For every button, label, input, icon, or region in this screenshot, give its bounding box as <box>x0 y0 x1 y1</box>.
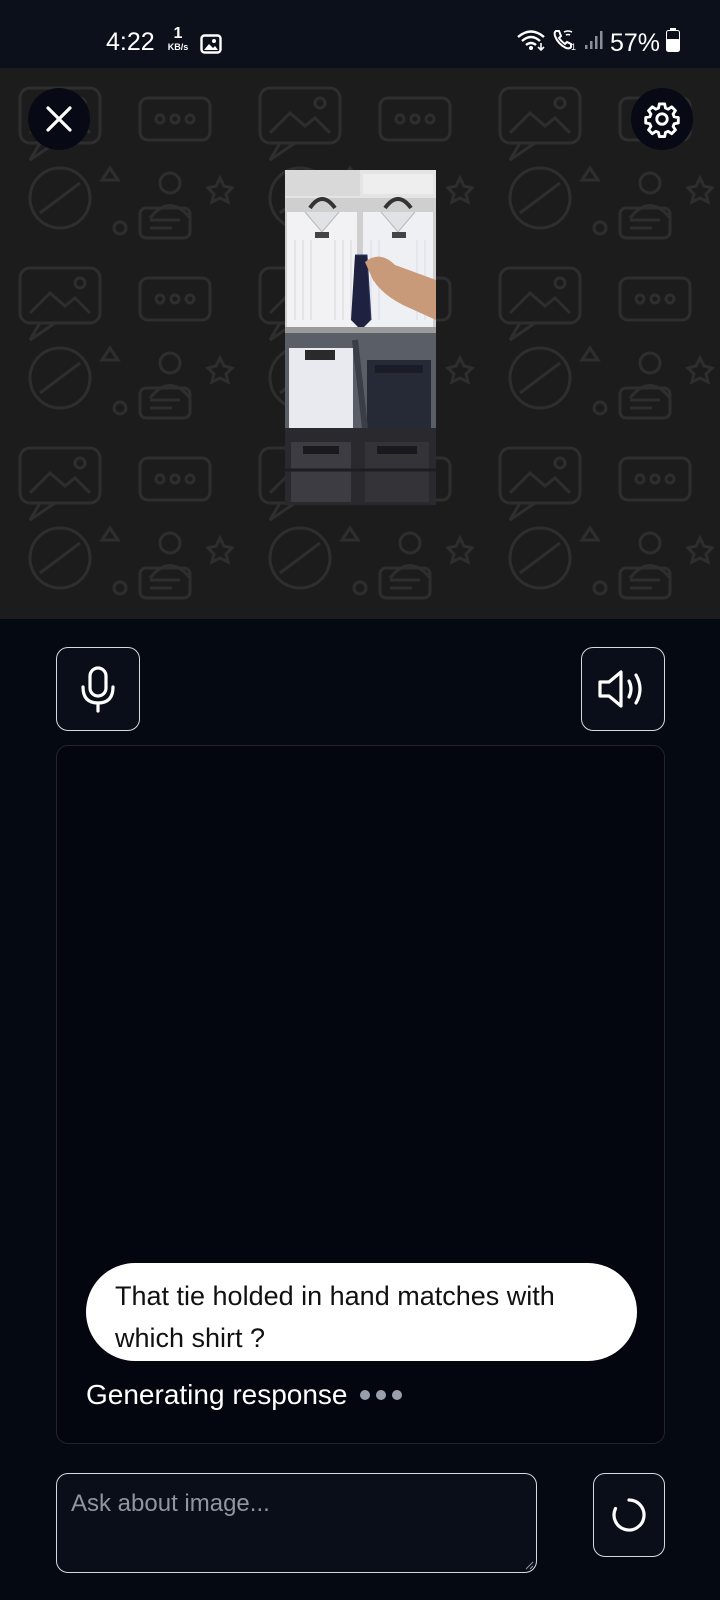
uploaded-photo <box>285 170 436 505</box>
network-speed-unit: KB/s <box>167 42 189 52</box>
send-button[interactable] <box>593 1473 665 1557</box>
status-bar: 4:22 1 KB/s 1 57% <box>0 0 720 68</box>
generating-status-text: Generating response <box>86 1379 348 1410</box>
wifi-icon <box>516 29 546 58</box>
microphone-button[interactable] <box>56 647 140 731</box>
user-message-bubble: That tie holded in hand matches with whi… <box>86 1263 637 1361</box>
user-message-text: That tie holded in hand matches with whi… <box>115 1281 555 1353</box>
status-right: 1 57% <box>516 28 680 59</box>
gear-icon <box>644 102 680 138</box>
gallery-icon <box>200 33 222 61</box>
speaker-icon <box>598 670 642 708</box>
resize-grip-icon[interactable] <box>524 1560 534 1570</box>
wifi-calling-icon: 1 <box>552 28 578 59</box>
svg-text:1: 1 <box>571 42 576 52</box>
battery-percent: 57% <box>609 29 660 57</box>
image-preview-area <box>0 68 720 619</box>
signal-icon <box>584 29 604 58</box>
generating-status: Generating response <box>86 1379 402 1411</box>
typing-indicator-icon <box>359 1390 402 1400</box>
ask-input[interactable] <box>57 1474 536 1572</box>
close-button[interactable] <box>28 88 90 150</box>
speaker-button[interactable] <box>581 647 665 731</box>
status-time: 4:22 <box>106 28 155 56</box>
chat-panel: That tie holded in hand matches with whi… <box>56 745 665 1444</box>
shirts-photo <box>285 170 436 505</box>
loading-spinner-icon <box>612 1498 646 1532</box>
battery-icon <box>666 28 680 59</box>
network-speed: 1 KB/s <box>163 26 193 52</box>
microphone-icon <box>81 666 115 713</box>
close-icon <box>46 106 72 132</box>
settings-button[interactable] <box>631 88 693 150</box>
ask-input-container <box>56 1473 537 1573</box>
network-speed-value: 1 <box>173 25 183 42</box>
